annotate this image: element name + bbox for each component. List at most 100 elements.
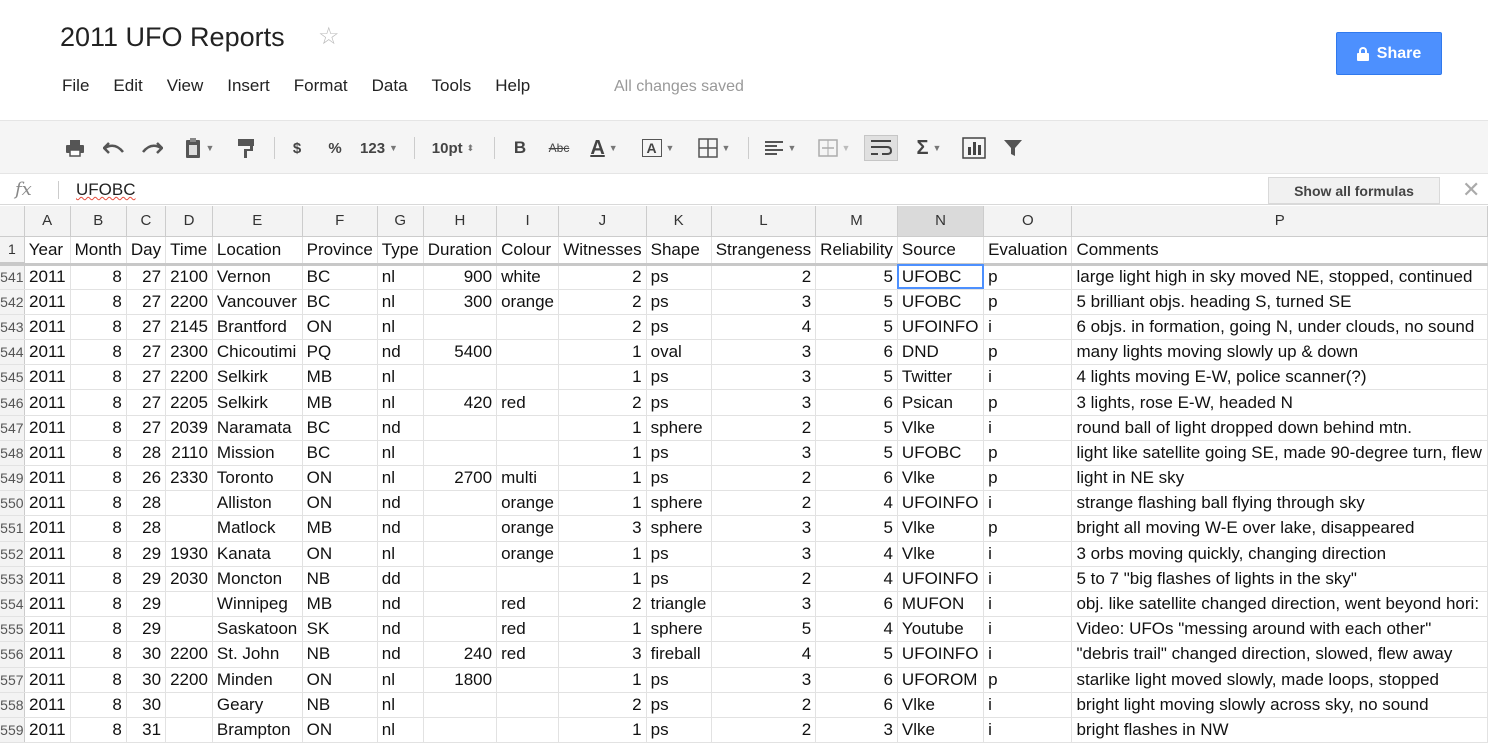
cell-a[interactable]: 2011	[24, 264, 71, 290]
close-icon[interactable]: ✕	[1462, 177, 1480, 203]
cell-h[interactable]: 900	[423, 264, 498, 290]
cell-l[interactable]: 4	[711, 641, 817, 668]
cell-m[interactable]: 5	[815, 440, 898, 467]
cell-c[interactable]: 29	[126, 541, 167, 567]
column-header-m[interactable]: M	[815, 206, 898, 237]
cell-d[interactable]: 2200	[165, 641, 213, 668]
cell-o[interactable]: i	[983, 616, 1073, 643]
cell-h[interactable]	[423, 515, 498, 542]
cell-l[interactable]: 3	[711, 541, 817, 567]
cell-b[interactable]: 8	[70, 289, 127, 315]
cell-g[interactable]: nd	[377, 515, 424, 542]
menu-data[interactable]: Data	[372, 76, 408, 96]
cell-k[interactable]: oval	[646, 339, 712, 366]
cell-g[interactable]: nd	[377, 415, 424, 441]
number-format-dropdown[interactable]: 123 ▼	[354, 135, 404, 161]
cell-g[interactable]: nd	[377, 641, 424, 668]
row-number[interactable]: 556	[0, 641, 25, 668]
cell-f[interactable]: BC	[302, 264, 378, 290]
cell-g[interactable]: nl	[377, 667, 424, 693]
cell-c[interactable]: 29	[126, 591, 167, 618]
cell-l[interactable]: 2	[711, 415, 817, 441]
header-cell-g[interactable]: Type	[377, 236, 424, 266]
cell-p[interactable]: Video: UFOs "messing around with each ot…	[1071, 616, 1488, 643]
cell-g[interactable]: nd	[377, 616, 424, 643]
cell-e[interactable]: Chicoutimi	[212, 339, 303, 366]
cell-i[interactable]: orange	[496, 541, 560, 567]
column-header-n[interactable]: N	[897, 206, 985, 237]
cell-n[interactable]: UFOINFO	[897, 314, 985, 341]
cell-p[interactable]: starlike light moved slowly, made loops,…	[1071, 667, 1488, 693]
cell-o[interactable]: p	[983, 289, 1073, 315]
cell-i[interactable]: red	[496, 591, 560, 618]
cell-m[interactable]: 3	[815, 717, 898, 744]
cell-m[interactable]: 6	[815, 591, 898, 618]
cell-b[interactable]: 8	[70, 465, 127, 492]
cell-c[interactable]: 28	[126, 440, 167, 467]
cell-p[interactable]: "debris trail" changed direction, slowed…	[1071, 641, 1488, 668]
cell-j[interactable]: 1	[558, 541, 647, 567]
cell-d[interactable]	[165, 717, 213, 744]
cell-m[interactable]: 4	[815, 616, 898, 643]
cell-l[interactable]: 3	[711, 289, 817, 315]
cell-c[interactable]: 27	[126, 314, 167, 341]
cell-o[interactable]: p	[983, 667, 1073, 693]
column-header-c[interactable]: C	[126, 206, 167, 237]
cell-j[interactable]: 1	[558, 717, 647, 744]
header-cell-h[interactable]: Duration	[423, 236, 498, 266]
cell-f[interactable]: ON	[302, 717, 378, 744]
cell-a[interactable]: 2011	[24, 591, 71, 618]
cell-l[interactable]: 2	[711, 490, 817, 517]
column-header-l[interactable]: L	[711, 206, 817, 237]
cell-n[interactable]: DND	[897, 339, 985, 366]
cell-b[interactable]: 8	[70, 339, 127, 366]
cell-p[interactable]: 3 lights, rose E-W, headed N	[1071, 389, 1488, 416]
cell-d[interactable]	[165, 616, 213, 643]
cell-k[interactable]: ps	[646, 314, 712, 341]
column-header-h[interactable]: H	[423, 206, 498, 237]
cell-g[interactable]: nl	[377, 314, 424, 341]
cell-e[interactable]: Alliston	[212, 490, 303, 517]
column-header-d[interactable]: D	[165, 206, 213, 237]
cell-e[interactable]: Vancouver	[212, 289, 303, 315]
cell-n[interactable]: Vlke	[897, 465, 985, 492]
cell-p[interactable]: strange flashing ball flying through sky	[1071, 490, 1488, 517]
cell-j[interactable]: 3	[558, 515, 647, 542]
cell-d[interactable]: 2039	[165, 415, 213, 441]
menu-format[interactable]: Format	[294, 76, 348, 96]
cell-c[interactable]: 30	[126, 692, 167, 718]
undo-icon[interactable]	[100, 135, 128, 161]
cell-f[interactable]: ON	[302, 314, 378, 341]
cell-b[interactable]: 8	[70, 515, 127, 542]
cell-a[interactable]: 2011	[24, 566, 71, 592]
cell-e[interactable]: Brampton	[212, 717, 303, 744]
print-icon[interactable]	[62, 135, 88, 161]
cell-h[interactable]: 5400	[423, 339, 498, 366]
cell-i[interactable]: red	[496, 616, 560, 643]
cell-m[interactable]: 6	[815, 339, 898, 366]
cell-j[interactable]: 2	[558, 314, 647, 341]
cell-p[interactable]: 5 to 7 "big flashes of lights in the sky…	[1071, 566, 1488, 592]
cell-g[interactable]: nl	[377, 717, 424, 744]
cell-k[interactable]: ps	[646, 717, 712, 744]
cell-d[interactable]: 2100	[165, 264, 213, 290]
row-number[interactable]: 557	[0, 667, 25, 693]
cell-i[interactable]	[496, 717, 560, 744]
cell-e[interactable]: Selkirk	[212, 389, 303, 416]
cell-i[interactable]: orange	[496, 490, 560, 517]
row-number[interactable]: 553	[0, 566, 25, 592]
cell-c[interactable]: 27	[126, 364, 167, 391]
cell-h[interactable]	[423, 591, 498, 618]
cell-g[interactable]: nd	[377, 490, 424, 517]
bold-button[interactable]: B	[508, 135, 532, 161]
cell-f[interactable]: MB	[302, 591, 378, 618]
cell-c[interactable]: 28	[126, 515, 167, 542]
cell-i[interactable]	[496, 440, 560, 467]
cell-d[interactable]	[165, 515, 213, 542]
cell-n[interactable]: Vlke	[897, 717, 985, 744]
row-number[interactable]: 549	[0, 465, 25, 492]
cell-a[interactable]: 2011	[24, 616, 71, 643]
cell-i[interactable]	[496, 415, 560, 441]
row-number[interactable]: 547	[0, 415, 25, 441]
filter-button[interactable]	[998, 135, 1028, 161]
